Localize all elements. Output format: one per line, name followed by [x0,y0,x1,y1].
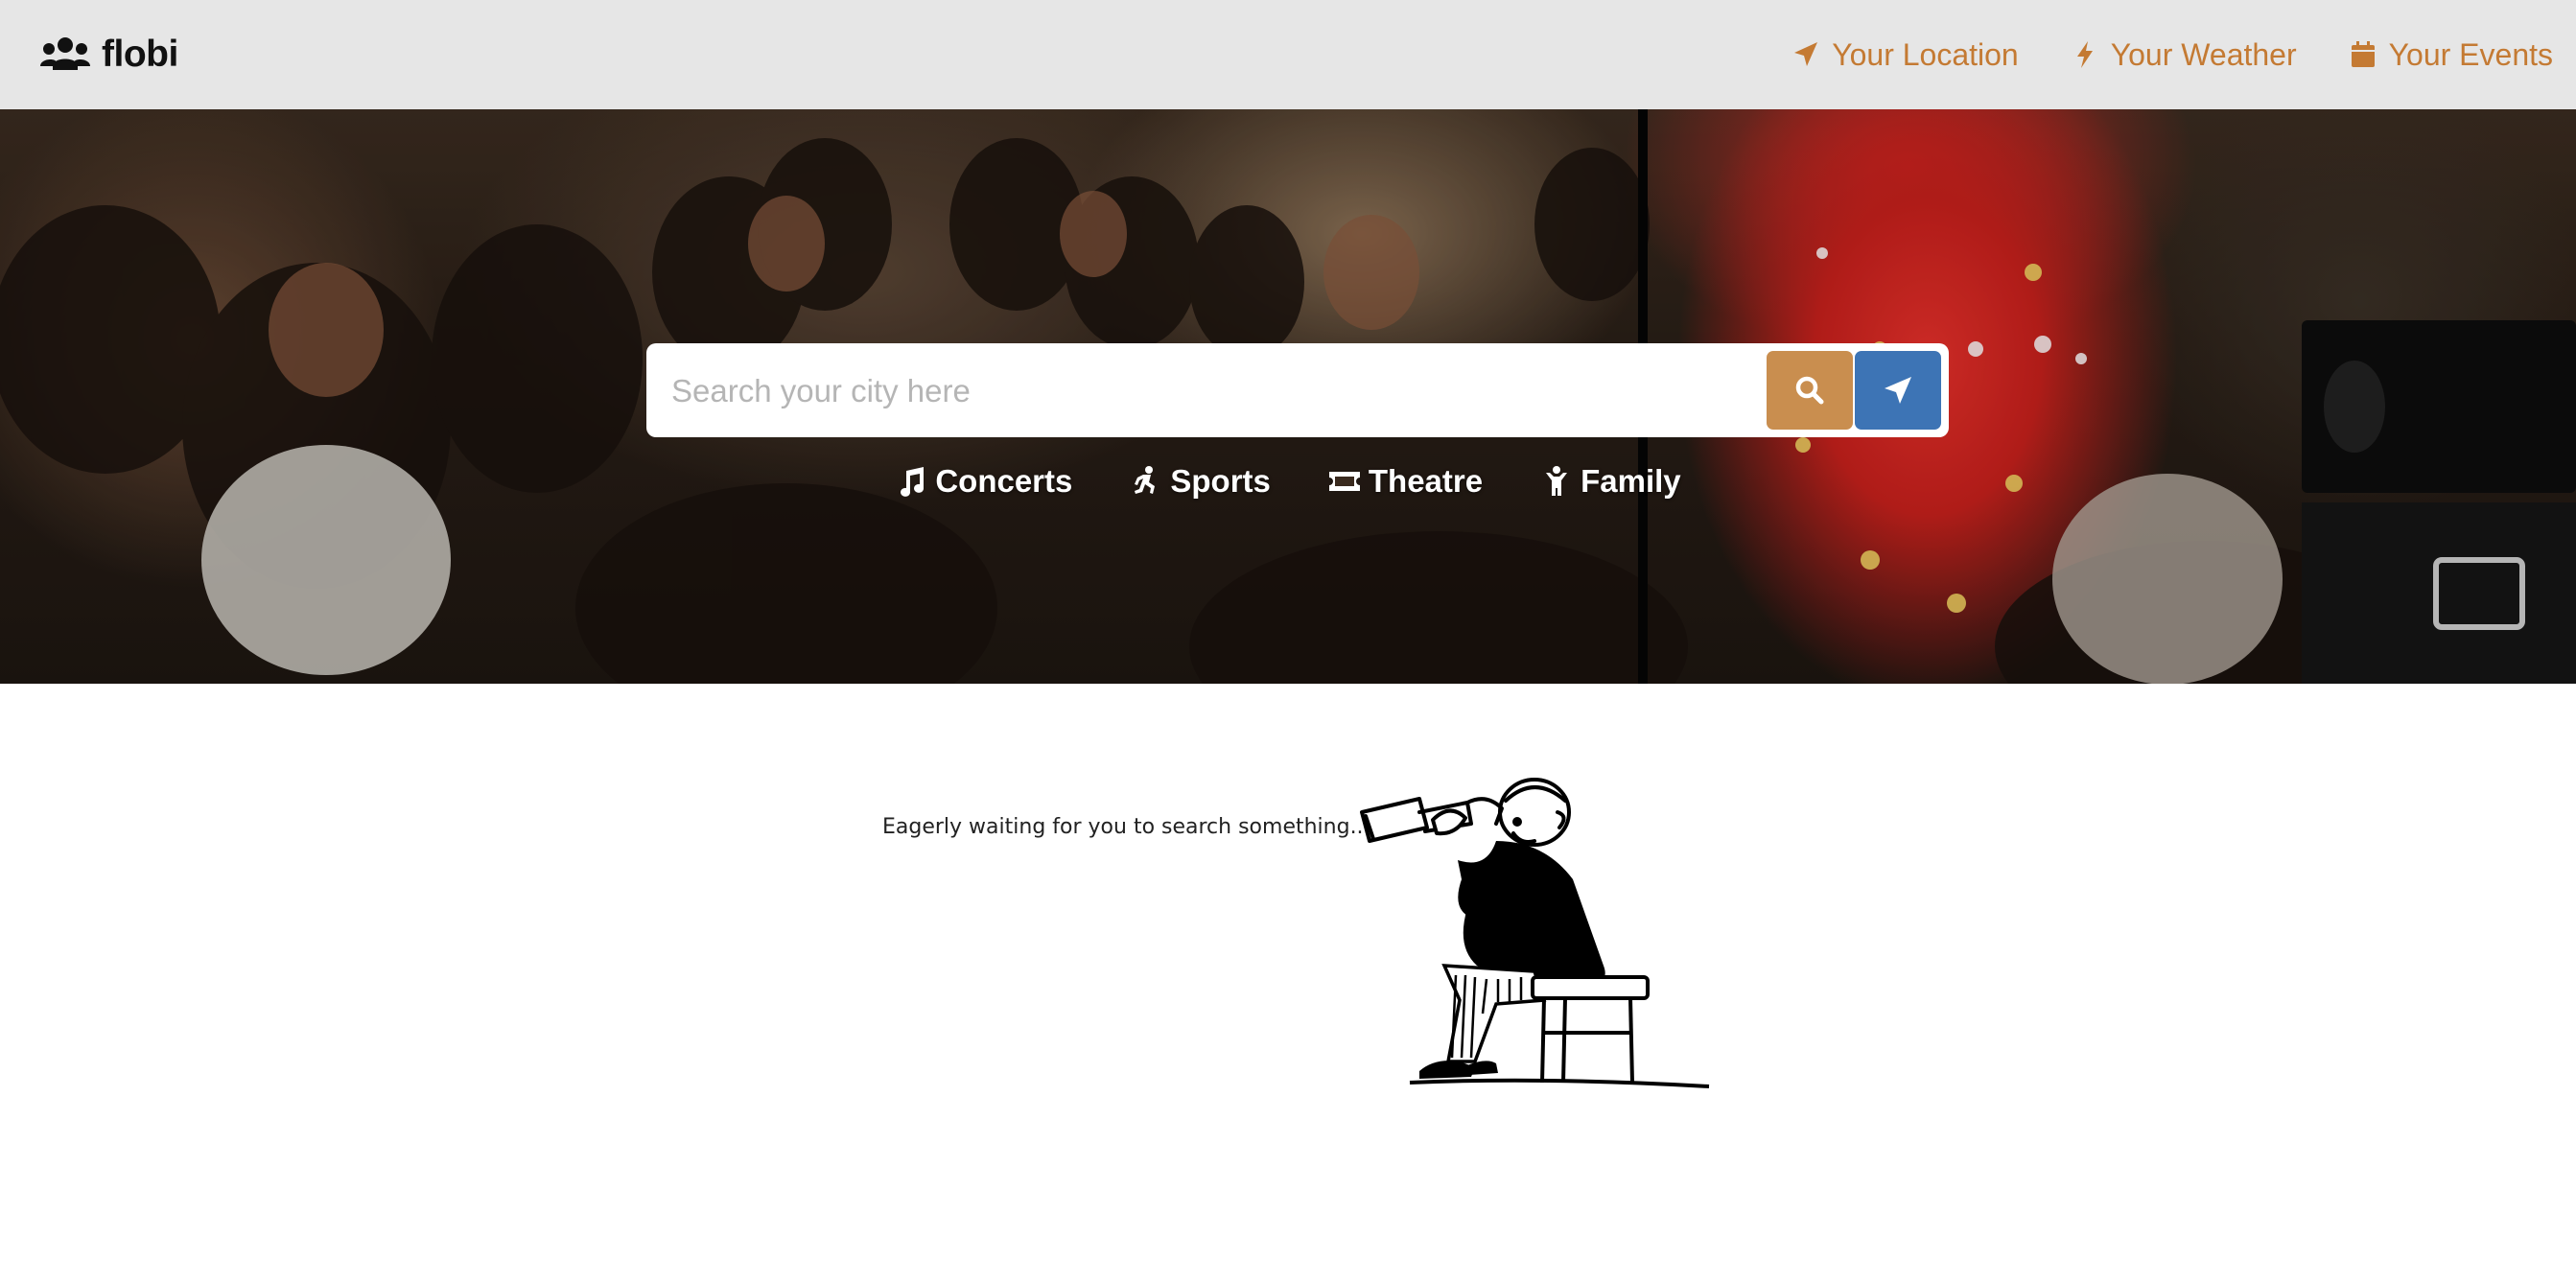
navbar: flobi Your Location Your Weather Your Ev… [0,0,2576,109]
calendar-icon [2351,41,2375,67]
man-with-binoculars-illustration [1360,778,1710,1088]
category-concerts-label: Concerts [935,463,1073,499]
bolt-icon [2076,41,2093,68]
search-bar [646,343,1949,437]
brand-name: flobi [102,34,178,75]
music-icon [901,467,925,497]
ticket-icon [1328,472,1360,491]
empty-state-text: Eagerly waiting for you to search someth… [882,815,1370,839]
nav-your-events[interactable]: Your Events [2349,37,2553,73]
category-theatre[interactable]: Theatre [1328,453,1483,510]
category-theatre-label: Theatre [1368,463,1484,499]
brand-link[interactable]: flobi [40,29,178,81]
category-sports[interactable]: Sports [1130,453,1271,510]
users-icon [40,37,90,70]
hero-banner: Concerts Sports Theatre Family [0,109,2576,684]
category-family-label: Family [1581,463,1681,499]
search-button[interactable] [1767,351,1853,430]
nav-your-weather-label: Your Weather [2110,36,2297,72]
search-icon [1795,376,1824,405]
location-arrow-icon [1794,42,1818,66]
running-icon [1135,466,1156,494]
category-sports-label: Sports [1170,463,1271,499]
location-arrow-icon [1885,377,1911,404]
main-content: Eagerly waiting for you to search someth… [0,684,2576,1283]
category-family[interactable]: Family [1540,453,1681,510]
nav-your-location[interactable]: Your Location [1791,37,2019,73]
nav-links: Your Location Your Weather Your Events [1791,29,2553,81]
category-links: Concerts Sports Theatre Family [0,453,2576,510]
nav-your-location-label: Your Location [1832,36,2019,72]
locate-me-button[interactable] [1855,351,1941,430]
nav-your-weather[interactable]: Your Weather [2071,37,2297,73]
search-input[interactable] [669,357,1738,426]
category-concerts[interactable]: Concerts [895,453,1072,510]
child-icon [1546,466,1568,496]
nav-your-events-label: Your Events [2388,36,2553,72]
